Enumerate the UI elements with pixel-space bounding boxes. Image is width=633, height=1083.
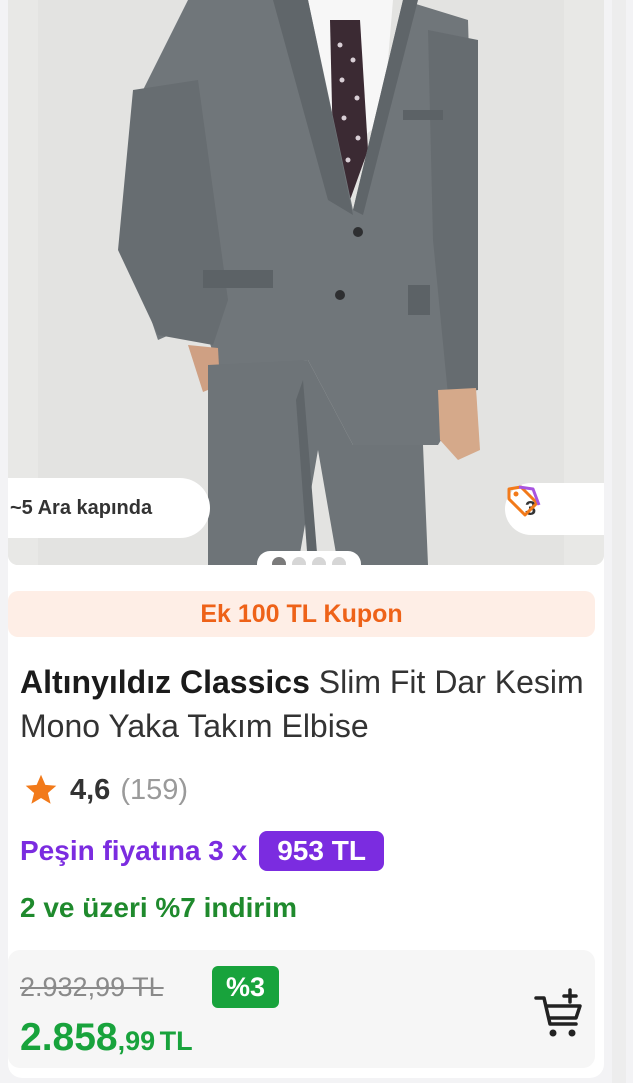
coupon-banner[interactable]: Ek 100 TL Kupon [8, 591, 595, 637]
price-integer: 2.858 [20, 1016, 118, 1059]
tag-count-badge[interactable]: 3 [505, 483, 604, 535]
carousel-dot-2[interactable] [292, 557, 306, 565]
discount-badge: %3 [212, 966, 280, 1008]
carousel-dot-3[interactable] [312, 557, 326, 565]
product-title[interactable]: Altınyıldız Classics Slim Fit Dar Kesim … [20, 660, 590, 748]
carousel-indicator[interactable] [257, 551, 361, 565]
carousel-dot-4[interactable] [332, 557, 346, 565]
installment-offer: Peşin fiyatına 3 x 953 TL [20, 828, 384, 874]
price-tag-icon [507, 485, 541, 517]
coupon-text: Ek 100 TL Kupon [200, 599, 403, 628]
installment-amount: 953 TL [259, 831, 384, 871]
old-price: 2.932,99 TL [20, 972, 164, 1002]
rating: 4,6 (159) [22, 770, 188, 810]
carousel-dot-1[interactable] [272, 557, 286, 565]
multi-buy-promo: 2 ve üzeri %7 indirim [20, 892, 297, 923]
delivery-text: ~5 Ara kapında [10, 496, 153, 519]
product-image[interactable]: ~5 Ara kapında 3 [8, 0, 604, 565]
current-price: 2.858,99 TL [20, 1016, 193, 1060]
star-icon [25, 774, 57, 804]
product-card[interactable]: ~5 Ara kapında 3 Ek 100 TL Kupon Altınyı… [8, 0, 604, 1078]
installment-text: Peşin fiyatına 3 x [20, 835, 248, 866]
brand-name: Altınyıldız Classics [20, 664, 310, 700]
price-decimal: ,99 [117, 1026, 156, 1056]
price-box: 2.932,99 TL %3 2.858,99 TL [8, 950, 595, 1068]
price-currency: TL [159, 1026, 193, 1056]
add-to-cart-icon[interactable] [532, 988, 586, 1042]
rating-count: (159) [120, 773, 189, 806]
rating-score: 4,6 [70, 773, 111, 806]
page-scrollbar[interactable] [612, 0, 626, 1083]
delivery-badge: ~5 Ara kapında [8, 478, 210, 538]
